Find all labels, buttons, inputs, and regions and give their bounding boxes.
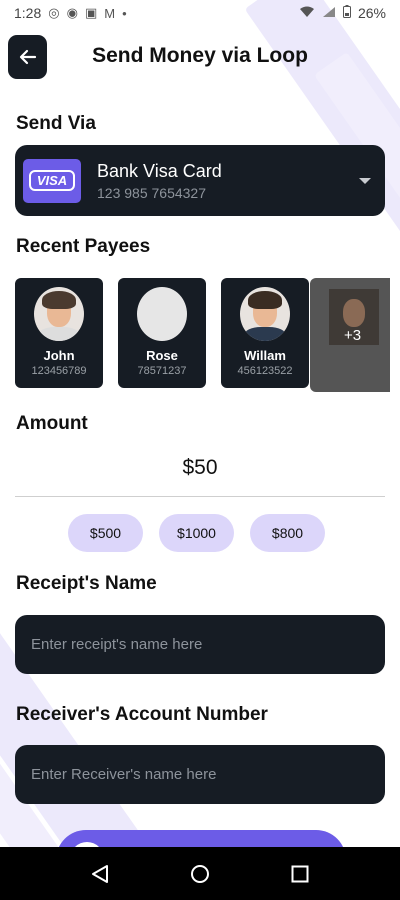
more-notifications-icon: • xyxy=(122,5,127,21)
payee-account: 123456789 xyxy=(31,365,87,377)
android-nav-bar xyxy=(0,847,400,900)
wifi-icon xyxy=(299,6,315,21)
payee-card[interactable]: Rose 78571237 xyxy=(118,278,206,388)
more-payees-button[interactable]: +3 xyxy=(310,278,390,392)
quick-amount-chip[interactable]: $500 xyxy=(68,514,143,552)
more-payees-count: +3 xyxy=(344,327,362,344)
square-recents-icon xyxy=(291,865,309,882)
circle-home-icon xyxy=(191,864,209,883)
avatar xyxy=(137,287,187,341)
gmail-icon: M xyxy=(104,5,116,21)
payee-account: 78571237 xyxy=(137,365,187,377)
receipt-name-input[interactable] xyxy=(15,615,385,674)
status-bar: 1:28 ◎ ◉ ▣ M • 26% xyxy=(0,0,400,26)
card-name: Bank Visa Card xyxy=(97,160,222,181)
receiver-account-input[interactable] xyxy=(15,745,385,804)
caret-down-icon xyxy=(359,178,371,184)
instagram-icon: ▣ xyxy=(84,5,98,20)
payee-name: John xyxy=(43,348,75,363)
nav-home-button[interactable] xyxy=(185,859,215,889)
amount-label: Amount xyxy=(16,413,88,434)
payee-name: Rose xyxy=(146,348,178,363)
nav-back-button[interactable] xyxy=(85,859,115,889)
signal-icon xyxy=(322,6,336,21)
card-number: 123 985 7654327 xyxy=(97,184,206,201)
header: Send Money via Loop xyxy=(0,34,400,80)
recent-payees-label: Recent Payees xyxy=(16,236,151,257)
receipt-name-label: Receipt's Name xyxy=(16,573,157,594)
payee-card[interactable]: John 123456789 xyxy=(15,278,103,388)
quick-amount-chip[interactable]: $1000 xyxy=(159,514,234,552)
page-title: Send Money via Loop xyxy=(92,44,308,67)
quick-amount-options: $500 $1000 $800 xyxy=(68,514,325,552)
triangle-back-icon xyxy=(92,864,108,883)
payee-account: 456123522 xyxy=(237,365,293,377)
battery-icon xyxy=(342,5,351,21)
quick-amount-chip[interactable]: $800 xyxy=(250,514,325,552)
status-time: 1:28 xyxy=(14,5,42,21)
card-selector[interactable]: VISA Bank Visa Card 123 985 7654327 xyxy=(15,145,385,216)
avatar xyxy=(240,287,290,341)
whatsapp-icon: ◎ xyxy=(48,5,60,20)
payee-card[interactable]: Willam 456123522 xyxy=(221,278,309,388)
nav-recents-button[interactable] xyxy=(285,859,315,889)
amount-underline xyxy=(15,496,385,497)
avatar xyxy=(34,287,84,341)
app-notification-icon: ◉ xyxy=(66,5,78,20)
amount-input[interactable]: $50 xyxy=(0,456,400,480)
receiver-account-label: Receiver's Account Number xyxy=(16,704,268,725)
battery-percent: 26% xyxy=(357,5,386,21)
send-via-label: Send Via xyxy=(16,113,96,134)
visa-brand-text: VISA xyxy=(28,170,76,191)
visa-card-icon: VISA xyxy=(23,158,81,203)
payee-name: Willam xyxy=(244,348,286,363)
